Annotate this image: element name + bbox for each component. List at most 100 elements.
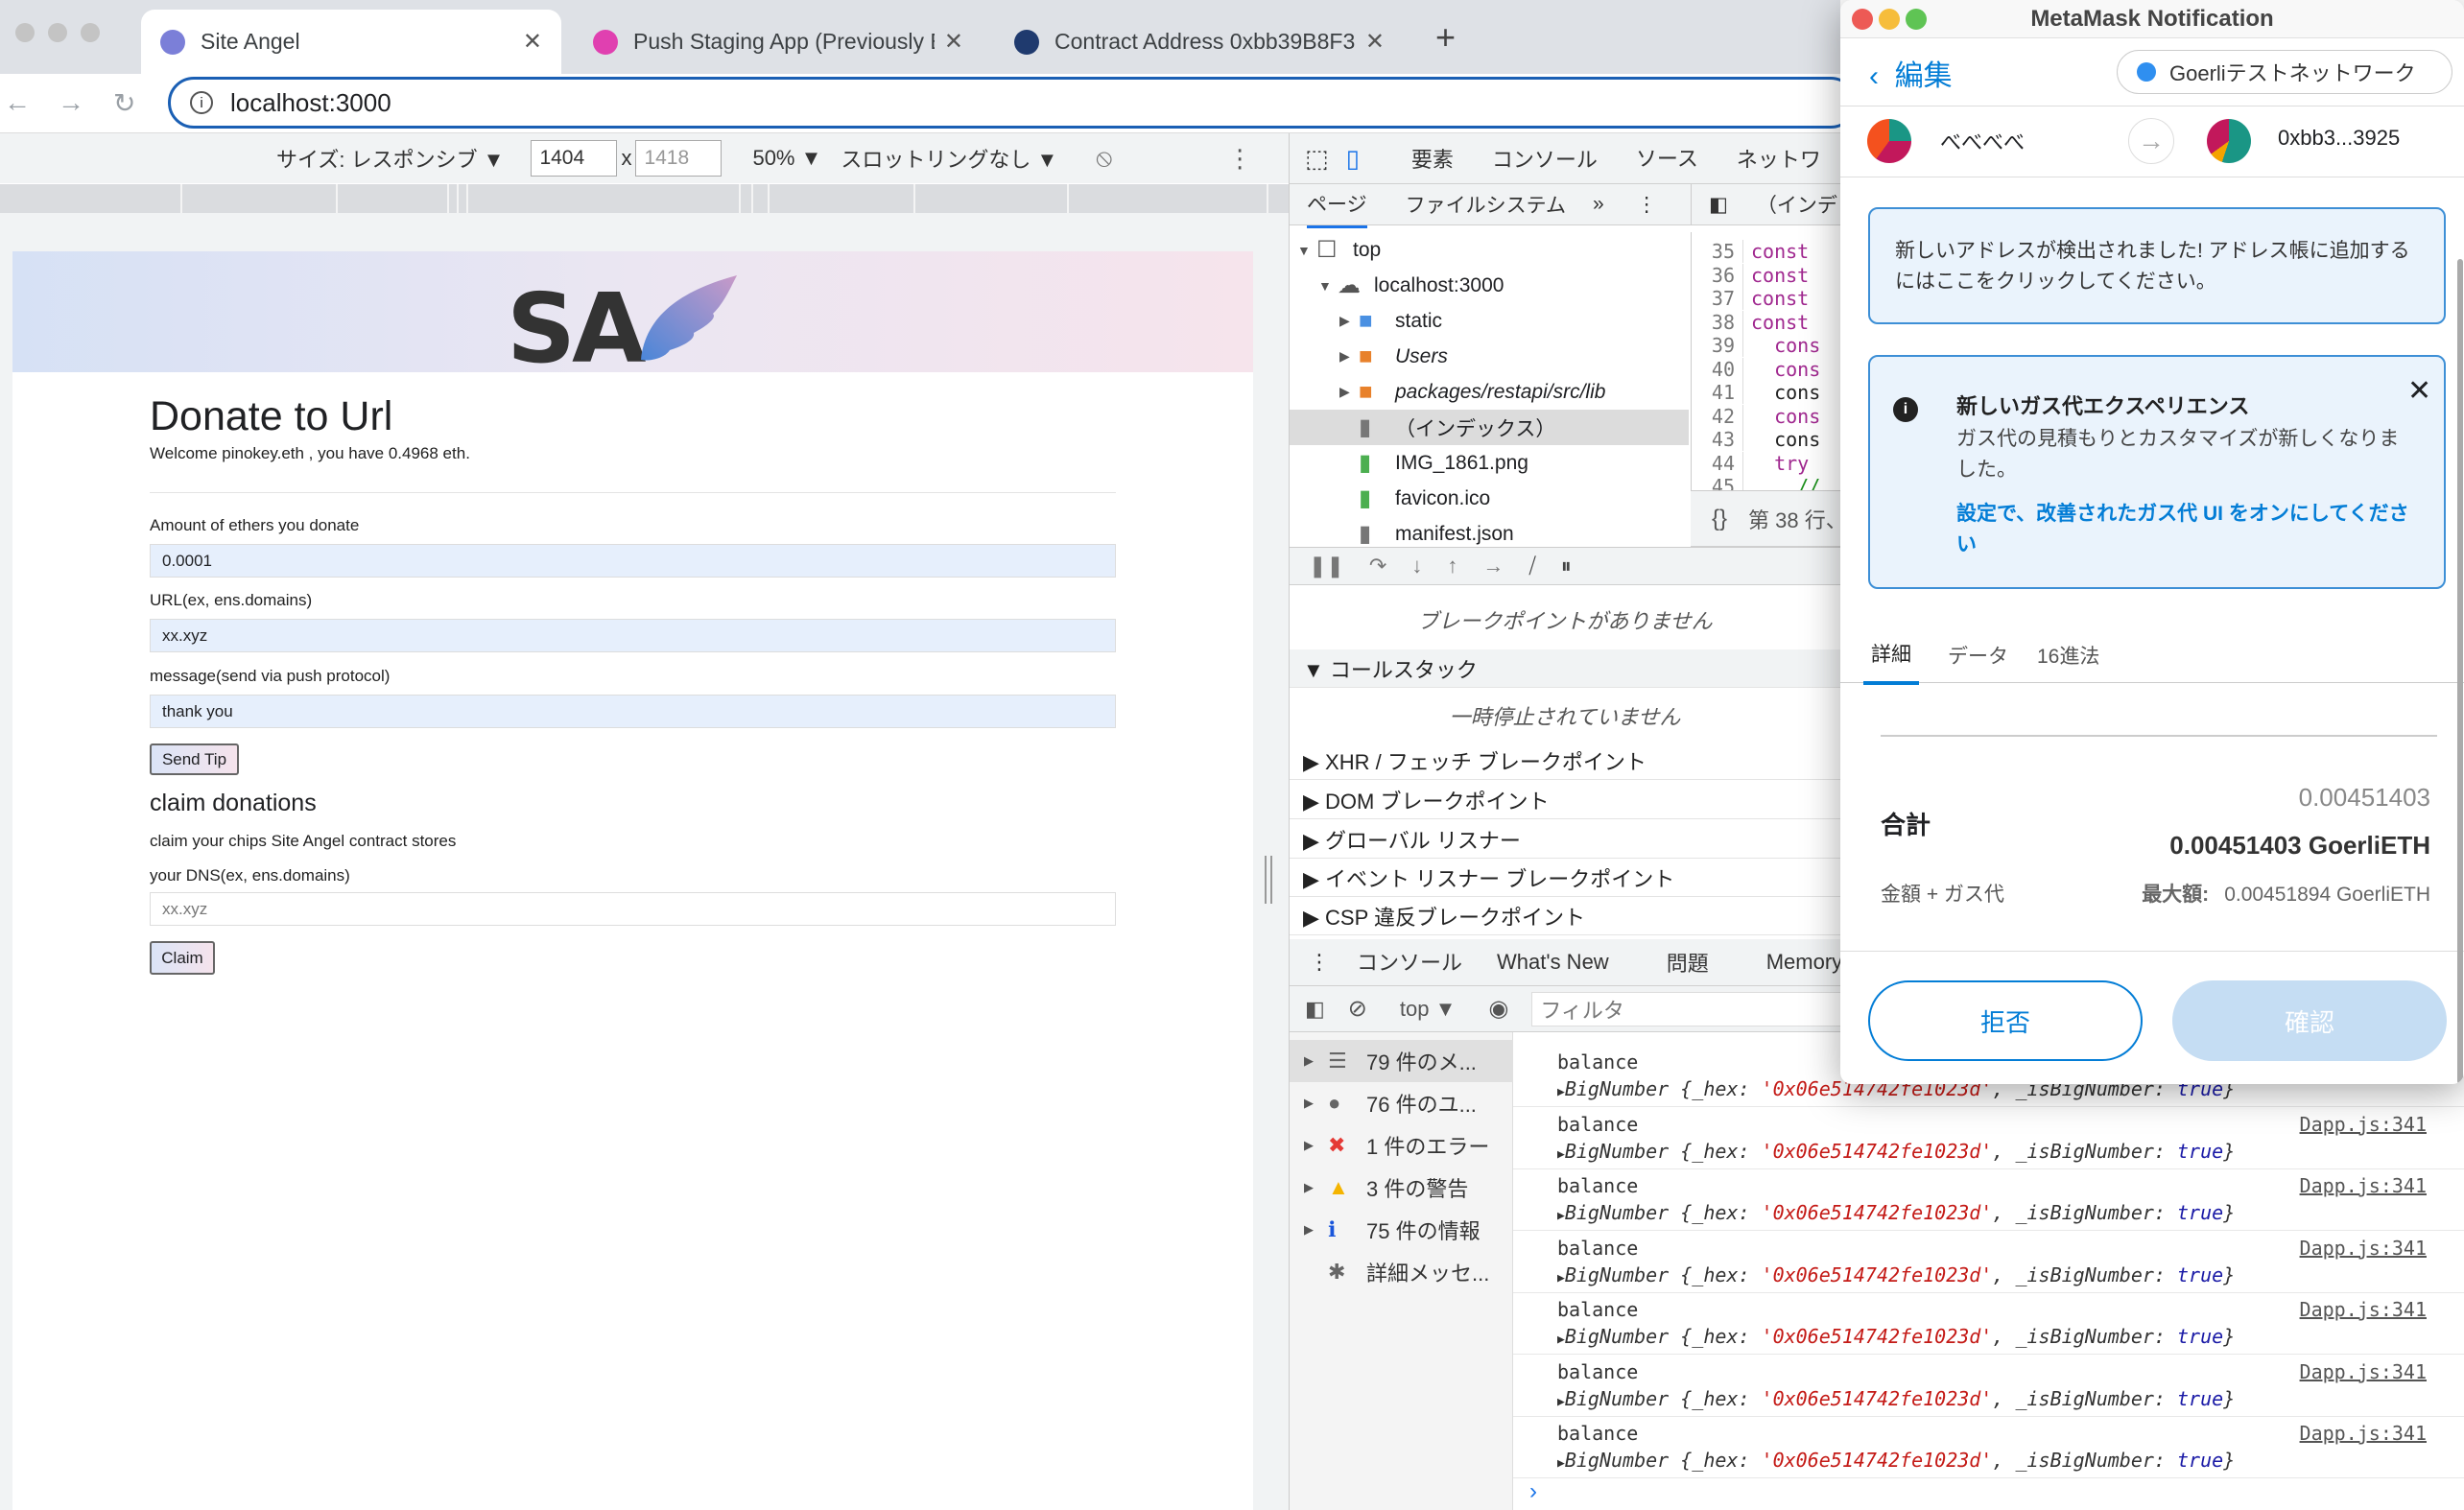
expand-arrow-icon[interactable]: ▶ bbox=[1557, 1395, 1565, 1409]
new-address-notice[interactable]: 新しいアドレスが検出されました! アドレス帳に追加するにはここをクリックしてくだ… bbox=[1868, 207, 2446, 324]
expand-arrow-icon[interactable]: ▼ bbox=[1297, 243, 1316, 258]
tab-sources[interactable]: ソース bbox=[1635, 130, 1698, 187]
source-link[interactable]: Dapp.js:341 bbox=[2300, 1298, 2427, 1321]
device-toggle-icon[interactable]: ▯ bbox=[1346, 144, 1360, 174]
close-tab-icon[interactable]: ✕ bbox=[944, 28, 963, 56]
callstack-section[interactable]: ▼ コールスタック bbox=[1290, 649, 1840, 688]
bignumber-object[interactable]: ▶BigNumber {_hex: '0x06e514742fe1023d', … bbox=[1557, 1325, 2235, 1348]
expand-arrow-icon[interactable]: ▶ bbox=[1557, 1147, 1565, 1162]
bignumber-object[interactable]: ▶BigNumber {_hex: '0x06e514742fe1023d', … bbox=[1557, 1140, 2235, 1163]
csp-breakpoints-section[interactable]: ▶ CSP 違反ブレークポイント bbox=[1290, 897, 1840, 935]
tab-hex[interactable]: 16進法 bbox=[2037, 641, 2099, 670]
viewport-width-input[interactable]: 1404 bbox=[531, 140, 618, 177]
console-message[interactable]: balance ▶BigNumber {_hex: '0x06e514742fe1… bbox=[1513, 1168, 2464, 1231]
tree-item[interactable]: ▮ favicon.ico bbox=[1290, 481, 1689, 516]
expand-arrow-icon[interactable]: ▶ bbox=[1557, 1456, 1565, 1471]
inspect-element-icon[interactable]: ⬚ bbox=[1305, 144, 1329, 174]
step-icon[interactable]: → bbox=[1482, 554, 1504, 578]
pause-on-exceptions-icon[interactable]: ⏸ bbox=[1561, 554, 1572, 578]
expand-arrow-icon[interactable]: ▶ bbox=[1557, 1085, 1565, 1099]
bignumber-object[interactable]: ▶BigNumber {_hex: '0x06e514742fe1023d', … bbox=[1557, 1449, 2235, 1472]
rotate-icon[interactable]: ⦸ bbox=[1096, 143, 1112, 174]
console-message[interactable]: balance ▶BigNumber {_hex: '0x06e514742fe1… bbox=[1513, 1355, 2464, 1417]
drawer-tab-whats-new[interactable]: What's New bbox=[1497, 950, 1609, 975]
tab-filesystem[interactable]: ファイルシステム bbox=[1406, 190, 1566, 219]
reject-button[interactable]: 拒否 bbox=[1868, 980, 2143, 1061]
toggle-navigator-icon[interactable]: ◧ bbox=[1709, 193, 1728, 217]
pause-icon[interactable]: ❚❚ bbox=[1309, 554, 1344, 578]
network-selector[interactable]: Goerliテストネットワーク bbox=[2117, 50, 2452, 94]
expand-arrow-icon[interactable]: ▼ bbox=[1318, 278, 1338, 294]
scrollbar[interactable] bbox=[2457, 259, 2463, 1084]
source-link[interactable]: Dapp.js:341 bbox=[2300, 1360, 2427, 1383]
confirm-button[interactable]: 確認 bbox=[2172, 980, 2447, 1061]
expand-arrow-icon[interactable]: ▶ bbox=[1339, 313, 1359, 329]
tab-site-angel[interactable]: Site Angel ✕ bbox=[141, 10, 561, 74]
global-listeners-section[interactable]: ▶ グローバル リスナー bbox=[1290, 820, 1840, 859]
from-account-name[interactable]: べべべべ bbox=[1940, 126, 2025, 156]
more-options-icon[interactable]: ⋮ bbox=[1227, 144, 1252, 174]
source-link[interactable]: Dapp.js:341 bbox=[2300, 1174, 2427, 1197]
console-prompt[interactable]: › bbox=[1529, 1478, 1537, 1505]
claim-button[interactable]: Claim bbox=[150, 941, 215, 975]
zoom-dropdown[interactable]: 50% ▼ bbox=[752, 146, 821, 171]
console-sidebar-toggle-icon[interactable]: ◧ bbox=[1305, 997, 1325, 1022]
tree-item[interactable]: ▶ ■ packages/restapi/src/lib bbox=[1290, 374, 1689, 410]
source-link[interactable]: Dapp.js:341 bbox=[2300, 1237, 2427, 1260]
console-message[interactable]: balance ▶BigNumber {_hex: '0x06e514742fe1… bbox=[1513, 1416, 2464, 1478]
gas-settings-link[interactable]: 設定で、改善されたガス代 UI をオンにしてください bbox=[1956, 499, 2427, 560]
source-link[interactable]: Dapp.js:341 bbox=[2300, 1422, 2427, 1445]
drawer-tab-console[interactable]: コンソール bbox=[1357, 935, 1463, 990]
clear-console-icon[interactable]: ⊘ bbox=[1348, 995, 1367, 1023]
throttle-dropdown[interactable]: スロットリングなし ▼ bbox=[841, 143, 1057, 174]
new-tab-button[interactable]: + bbox=[1435, 17, 1456, 58]
tab-push-staging[interactable]: Push Staging App (Previously E ✕ bbox=[574, 10, 983, 74]
step-over-icon[interactable]: ↷ bbox=[1369, 554, 1386, 578]
info-icon[interactable]: i bbox=[190, 91, 213, 114]
source-link[interactable]: Dapp.js:341 bbox=[2300, 1113, 2427, 1136]
url-input[interactable]: i localhost:3000 bbox=[168, 77, 1857, 129]
tab-elements[interactable]: 要素 bbox=[1411, 143, 1454, 174]
tree-item[interactable]: ▮ （インデックス） bbox=[1290, 410, 1689, 445]
minimize-window-button[interactable] bbox=[48, 23, 67, 42]
step-into-icon[interactable]: ↓ bbox=[1411, 554, 1422, 578]
send-tip-button[interactable]: Send Tip bbox=[150, 743, 239, 775]
to-address[interactable]: 0xbb3...3925 bbox=[2278, 126, 2400, 151]
close-tab-icon[interactable]: ✕ bbox=[523, 28, 542, 56]
bignumber-object[interactable]: ▶BigNumber {_hex: '0x06e514742fe1023d', … bbox=[1557, 1387, 2235, 1410]
resize-handle[interactable] bbox=[1265, 856, 1272, 904]
reload-icon[interactable]: ↻ bbox=[113, 87, 135, 119]
tree-item[interactable]: ▮ IMG_1861.png bbox=[1290, 445, 1689, 481]
tree-item[interactable]: ▮ manifest.json bbox=[1290, 516, 1689, 547]
close-window-button[interactable] bbox=[15, 23, 35, 42]
deactivate-breakpoints-icon[interactable]: ⧸ bbox=[1528, 554, 1535, 578]
tree-item[interactable]: ▼ ☁ localhost:3000 bbox=[1290, 268, 1689, 303]
expand-arrow-icon[interactable]: ▶ bbox=[1557, 1209, 1565, 1223]
tab-contract-address[interactable]: Contract Address 0xbb39B8F3 ✕ bbox=[995, 10, 1404, 74]
console-message[interactable]: balance ▶BigNumber {_hex: '0x06e514742fe1… bbox=[1513, 1107, 2464, 1169]
more-options-icon[interactable]: ⋮ bbox=[1637, 193, 1657, 217]
back-icon[interactable]: ← bbox=[4, 87, 31, 118]
expand-arrow-icon[interactable]: ▶ bbox=[1339, 384, 1359, 400]
pretty-print-button[interactable]: {} bbox=[1712, 506, 1727, 532]
message-input[interactable]: thank you bbox=[150, 695, 1116, 728]
drawer-tab-issues[interactable]: 問題 bbox=[1667, 947, 1709, 978]
tree-item[interactable]: ▼ ☐ top bbox=[1290, 232, 1689, 268]
tab-network[interactable]: ネットワ bbox=[1737, 143, 1821, 174]
tab-data[interactable]: データ bbox=[1948, 641, 2008, 670]
drawer-tab-memory[interactable]: Memory bbox=[1766, 950, 1842, 975]
step-out-icon[interactable]: ↑ bbox=[1447, 554, 1457, 578]
tree-item[interactable]: ▶ ■ Users bbox=[1290, 339, 1689, 374]
console-message[interactable]: balance ▶BigNumber {_hex: '0x06e514742fe1… bbox=[1513, 1292, 2464, 1355]
bignumber-object[interactable]: ▶BigNumber {_hex: '0x06e514742fe1023d', … bbox=[1557, 1263, 2235, 1286]
dns-input[interactable]: xx.xyz bbox=[150, 892, 1116, 926]
tab-details[interactable]: 詳細 bbox=[1863, 625, 1919, 685]
tab-console[interactable]: コンソール bbox=[1492, 143, 1598, 174]
bignumber-object[interactable]: ▶BigNumber {_hex: '0x06e514742fe1023d', … bbox=[1557, 1201, 2235, 1224]
editor-tab-index[interactable]: （インデ bbox=[1757, 190, 1837, 219]
xhr-breakpoints-section[interactable]: ▶ XHR / フェッチ ブレークポイント bbox=[1290, 742, 1840, 780]
expand-arrow-icon[interactable]: ▶ bbox=[1339, 348, 1359, 365]
tab-page[interactable]: ページ bbox=[1307, 181, 1367, 228]
console-message[interactable]: balance ▶BigNumber {_hex: '0x06e514742fe1… bbox=[1513, 1231, 2464, 1293]
device-size-dropdown[interactable]: サイズ: レスポンシブ ▼ bbox=[276, 143, 504, 174]
